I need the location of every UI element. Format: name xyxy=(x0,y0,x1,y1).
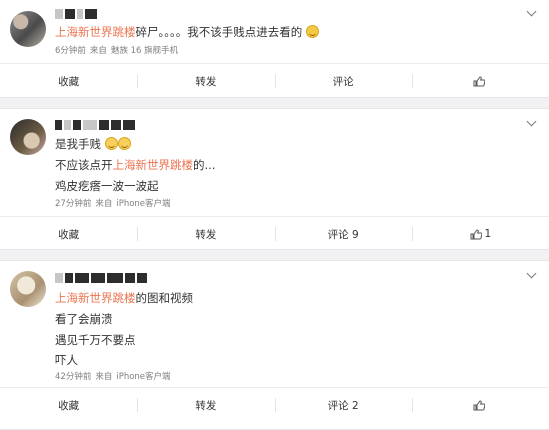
action-bar: 收藏 转发 评论 2 xyxy=(0,387,549,422)
post-text-line: 是我手贱 xyxy=(55,136,131,152)
weibo-feed: 上海新世界跳楼碎尸。。。。我不该手贱点进去看的 6分钟前 来自 魅族 16 旗舰手机… xyxy=(0,0,549,430)
username-redacted[interactable] xyxy=(55,9,97,19)
post-text-line: 看了会崩溃 xyxy=(55,311,113,327)
comment-button[interactable]: 评论 xyxy=(274,64,412,98)
favorite-label: 收藏 xyxy=(58,228,80,241)
post-text: 上海新世界跳楼碎尸。。。。我不该手贱点进去看的 xyxy=(55,24,319,40)
keyword-link[interactable]: 上海新世界跳楼 xyxy=(55,291,136,305)
text-segment: 的... xyxy=(193,158,216,172)
post-text-line: 鸡皮疙瘩一波一波起 xyxy=(55,178,159,194)
post-meta: 27分钟前 来自 iPhone客户端 xyxy=(55,198,175,210)
text-segment: 的图和视频 xyxy=(135,291,194,305)
favorite-label: 收藏 xyxy=(58,399,80,412)
crying-emoji-icon xyxy=(305,25,319,38)
source-prefix: 来自 xyxy=(95,372,113,382)
post-text-line: 上海新世界跳楼的图和视频 xyxy=(55,290,193,306)
favorite-button[interactable]: 收藏 xyxy=(0,217,137,251)
comment-button[interactable]: 评论 2 xyxy=(274,388,412,422)
repost-button[interactable]: 转发 xyxy=(137,64,274,98)
shy-emoji-icon xyxy=(117,137,131,150)
repost-label: 转发 xyxy=(195,228,217,241)
chevron-down-icon[interactable] xyxy=(525,7,537,19)
like-button[interactable] xyxy=(411,388,549,422)
source-prefix: 来自 xyxy=(89,46,107,56)
repost-label: 转发 xyxy=(195,75,217,88)
post-meta: 6分钟前 来自 魅族 16 旗舰手机 xyxy=(55,45,182,57)
keyword-link[interactable]: 上海新世界跳楼 xyxy=(55,25,136,39)
username-redacted[interactable] xyxy=(55,273,147,283)
post-card: 是我手贱 不应该点开上海新世界跳楼的... 鸡皮疙瘩一波一波起 27分钟前 来自 i… xyxy=(0,108,549,250)
comment-button[interactable]: 评论 9 xyxy=(274,217,412,251)
source-prefix: 来自 xyxy=(95,199,113,209)
comment-label: 评论 9 xyxy=(327,228,359,241)
post-text-line: 遇见千万不要点 xyxy=(55,332,136,348)
avatar[interactable] xyxy=(10,119,46,155)
avatar[interactable] xyxy=(10,11,46,47)
chevron-down-icon[interactable] xyxy=(525,117,537,129)
post-source[interactable]: iPhone客户端 xyxy=(116,199,170,209)
like-button[interactable] xyxy=(411,64,549,98)
favorite-button[interactable]: 收藏 xyxy=(0,388,137,422)
thumbs-up-icon xyxy=(470,228,482,240)
text-segment: 看了会崩溃 xyxy=(55,312,113,326)
action-bar: 收藏 转发 评论 9 1 xyxy=(0,216,549,251)
text-segment: 不应该点开 xyxy=(55,158,113,172)
thumbs-up-icon xyxy=(473,399,485,411)
comment-label: 评论 xyxy=(332,75,354,88)
username-redacted[interactable] xyxy=(55,120,135,130)
favorite-label: 收藏 xyxy=(58,75,80,88)
action-bar: 收藏 转发 评论 xyxy=(0,63,549,98)
repost-button[interactable]: 转发 xyxy=(137,388,274,422)
keyword-link[interactable]: 上海新世界跳楼 xyxy=(113,158,194,172)
post-meta: 42分钟前 来自 iPhone客户端 xyxy=(55,371,175,383)
thumbs-up-icon xyxy=(473,75,485,87)
shy-emoji-icon xyxy=(104,137,118,150)
text-segment: 吓人 xyxy=(55,353,78,367)
post-source[interactable]: 魅族 16 旗舰手机 xyxy=(111,46,178,56)
post-time[interactable]: 42分钟前 xyxy=(55,372,91,382)
post-text-line: 吓人 xyxy=(55,352,78,368)
chevron-down-icon[interactable] xyxy=(525,269,537,281)
comment-label: 评论 2 xyxy=(327,399,359,412)
like-count: 1 xyxy=(484,228,492,240)
post-time[interactable]: 6分钟前 xyxy=(55,46,86,56)
avatar[interactable] xyxy=(10,271,46,307)
like-button[interactable]: 1 xyxy=(411,217,549,251)
repost-button[interactable]: 转发 xyxy=(137,217,274,251)
repost-label: 转发 xyxy=(195,399,217,412)
post-card: 上海新世界跳楼碎尸。。。。我不该手贱点进去看的 6分钟前 来自 魅族 16 旗舰手机… xyxy=(0,0,549,98)
post-source[interactable]: iPhone客户端 xyxy=(116,372,170,382)
text-segment: 碎尸。。。。我不该手贱点进去看的 xyxy=(135,25,303,39)
post-text-line: 不应该点开上海新世界跳楼的... xyxy=(55,157,215,173)
text-segment: 鸡皮疙瘩一波一波起 xyxy=(55,179,159,193)
text-segment: 是我手贱 xyxy=(55,137,101,151)
post-time[interactable]: 27分钟前 xyxy=(55,199,91,209)
text-segment: 遇见千万不要点 xyxy=(55,333,136,347)
favorite-button[interactable]: 收藏 xyxy=(0,64,137,98)
post-card: 上海新世界跳楼的图和视频 看了会崩溃 遇见千万不要点 吓人 42分钟前 来自 iPh… xyxy=(0,260,549,430)
